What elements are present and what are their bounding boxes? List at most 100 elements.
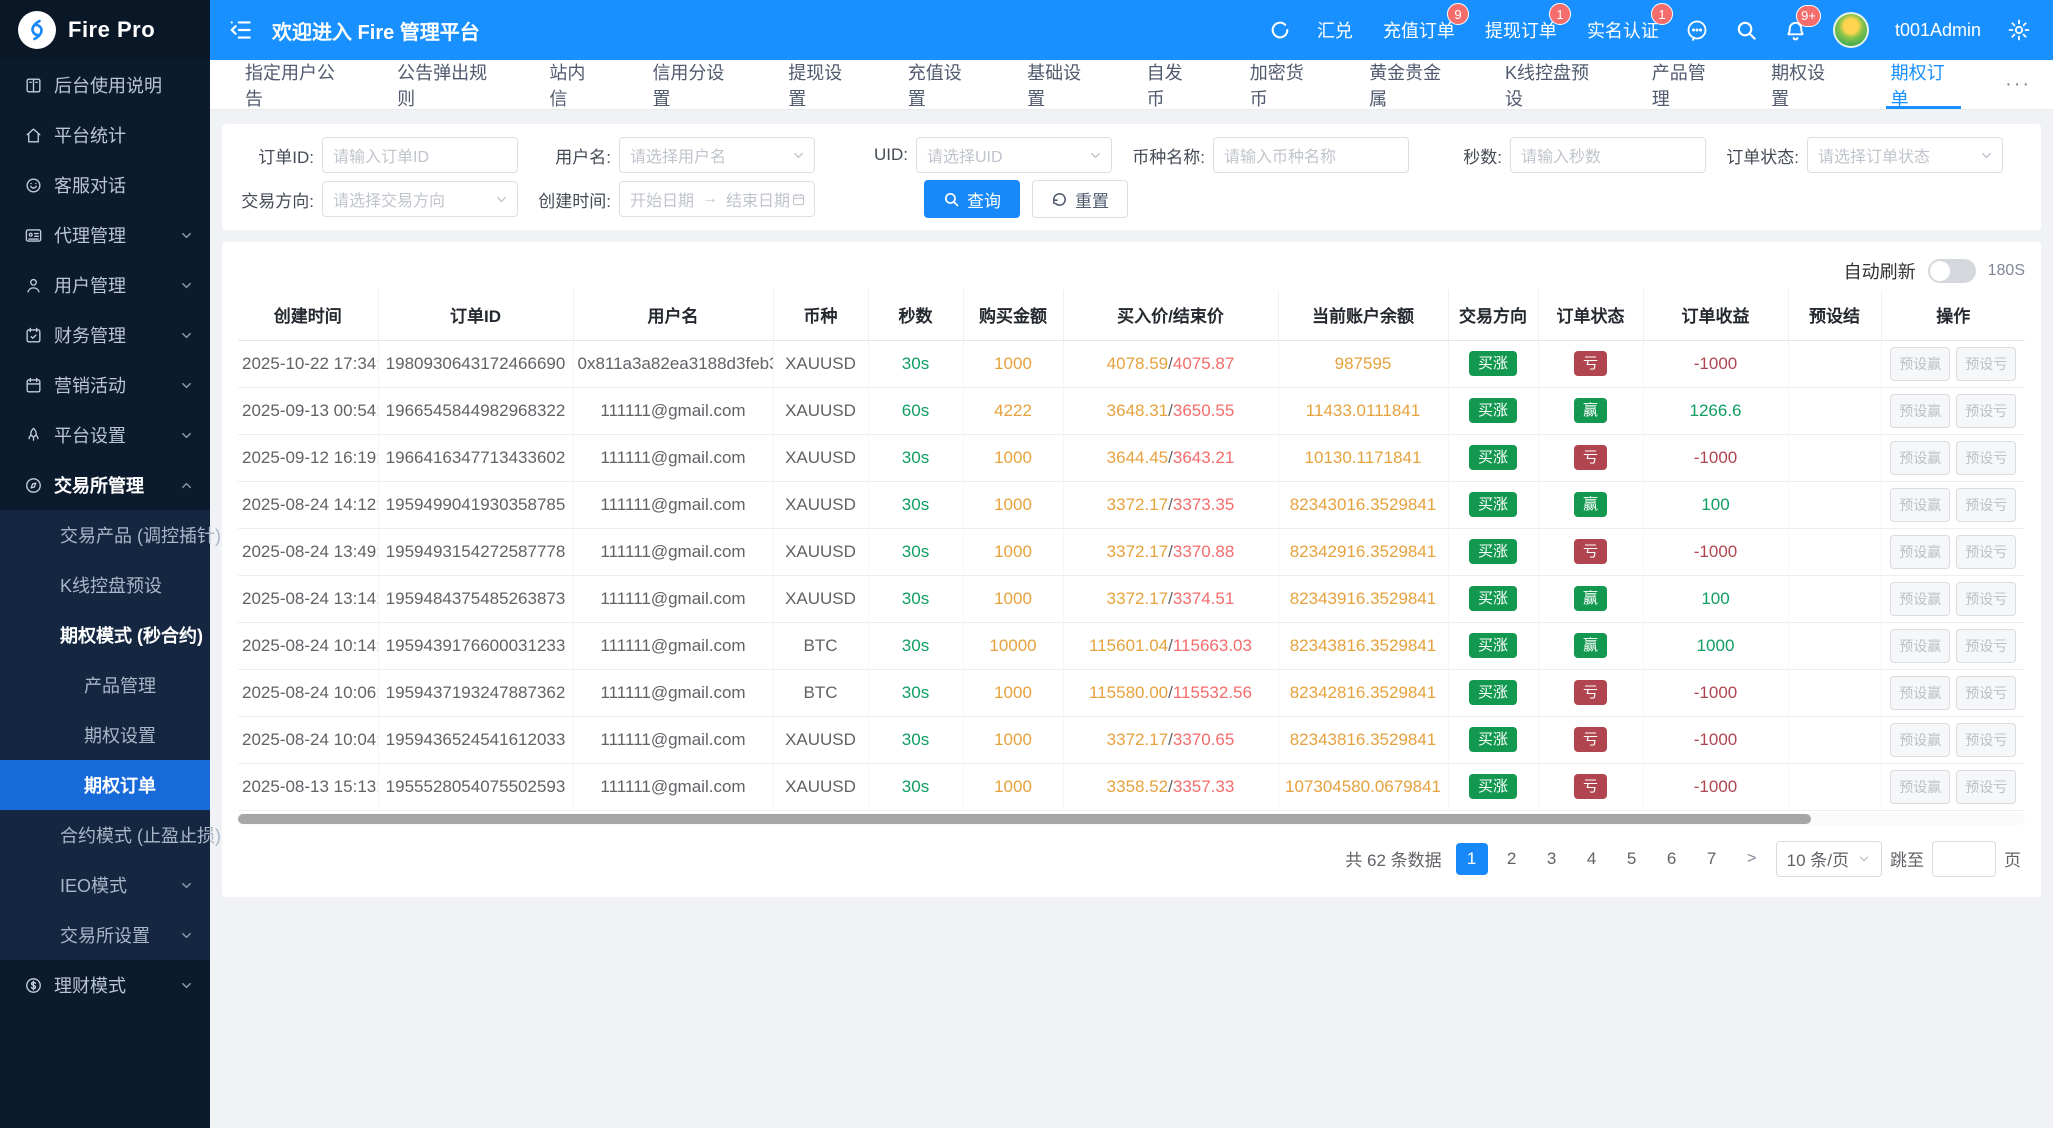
page-2[interactable]: 2 <box>1496 843 1528 875</box>
preset-win-button[interactable]: 预设赢 <box>1890 394 1950 428</box>
preset-lose-button[interactable]: 预设亏 <box>1956 629 2016 663</box>
chat-icon[interactable] <box>1685 18 1709 42</box>
tab-黄金贵金属[interactable]: 黄金贵金属 <box>1342 60 1478 109</box>
preset-lose-button[interactable]: 预设亏 <box>1956 441 2016 475</box>
topbar-nav-提现订单[interactable]: 提现订单1 <box>1485 17 1557 43</box>
table-row: 2025-08-24 13:14:15195948437548526387311… <box>238 575 2025 622</box>
search-button[interactable]: 查询 <box>924 180 1020 218</box>
preset-lose-button[interactable]: 预设亏 <box>1956 394 2016 428</box>
preset-lose-button[interactable]: 预设亏 <box>1956 770 2016 804</box>
sidebar-item-平台设置[interactable]: 平台设置 <box>0 410 210 460</box>
preset-lose-button[interactable]: 预设亏 <box>1956 582 2016 616</box>
input-control[interactable]: 请输入订单ID <box>322 137 518 173</box>
preset-win-button[interactable]: 预设赢 <box>1890 441 1950 475</box>
cell-coin: BTC <box>773 669 868 716</box>
pagination-next-icon[interactable]: > <box>1736 843 1768 875</box>
page-4[interactable]: 4 <box>1576 843 1608 875</box>
page-size-select[interactable]: 10 条/页 <box>1776 841 1882 877</box>
sidebar-item-期权订单[interactable]: 期权订单 <box>0 760 210 810</box>
preset-win-button[interactable]: 预设赢 <box>1890 770 1950 804</box>
sidebar-item-IEO模式[interactable]: IEO模式 <box>0 860 210 910</box>
preset-win-button[interactable]: 预设赢 <box>1890 347 1950 381</box>
placeholder-text: 请输入币种名称 <box>1224 143 1336 167</box>
sidebar-item-财务管理[interactable]: 财务管理 <box>0 310 210 360</box>
preset-win-button[interactable]: 预设赢 <box>1890 535 1950 569</box>
service-icon <box>24 176 43 195</box>
topbar-nav-充值订单[interactable]: 充值订单9 <box>1383 17 1455 43</box>
tab-自发币[interactable]: 自发币 <box>1120 60 1223 109</box>
preset-win-button[interactable]: 预设赢 <box>1890 488 1950 522</box>
select-control[interactable]: 请选择订单状态 <box>1807 137 2003 173</box>
sidebar-item-合约模式 (止盈止损)[interactable]: 合约模式 (止盈止损) <box>0 810 210 860</box>
preset-lose-button[interactable]: 预设亏 <box>1956 488 2016 522</box>
sidebar-item-交易产品 (调控插针)[interactable]: 交易产品 (调控插针) <box>0 510 210 560</box>
sidebar-item-后台使用说明[interactable]: 后台使用说明 <box>0 60 210 110</box>
page-6[interactable]: 6 <box>1656 843 1688 875</box>
jump-page-input[interactable] <box>1932 841 1996 877</box>
page-1[interactable]: 1 <box>1456 843 1488 875</box>
notifications-bell-icon[interactable]: 9+ <box>1784 19 1807 42</box>
cell-amount: 1000 <box>963 528 1063 575</box>
sidebar-item-营销活动[interactable]: 营销活动 <box>0 360 210 410</box>
reset-button[interactable]: 重置 <box>1032 180 1128 218</box>
sidebar-item-代理管理[interactable]: 代理管理 <box>0 210 210 260</box>
sidebar-item-理财模式[interactable]: 理财模式 <box>0 960 210 1010</box>
sidebar-item-期权设置[interactable]: 期权设置 <box>0 710 210 760</box>
tab-指定用户公告[interactable]: 指定用户公告 <box>218 60 370 109</box>
preset-win-button[interactable]: 预设赢 <box>1890 676 1950 710</box>
sidebar-item-平台统计[interactable]: 平台统计 <box>0 110 210 160</box>
sidebar-item-期权模式 (秒合约)[interactable]: 期权模式 (秒合约) <box>0 610 210 660</box>
preset-win-button[interactable]: 预设赢 <box>1890 582 1950 616</box>
direction-badge: 买涨 <box>1469 351 1517 376</box>
preset-lose-button[interactable]: 预设亏 <box>1956 347 2016 381</box>
daterange-control[interactable]: 开始日期→结束日期 <box>619 181 815 217</box>
tab-期权设置[interactable]: 期权设置 <box>1744 60 1863 109</box>
preset-lose-button[interactable]: 预设亏 <box>1956 676 2016 710</box>
preset-lose-button[interactable]: 预设亏 <box>1956 535 2016 569</box>
page-5[interactable]: 5 <box>1616 843 1648 875</box>
preset-lose-button[interactable]: 预设亏 <box>1956 723 2016 757</box>
tab-提现设置[interactable]: 提现设置 <box>761 60 880 109</box>
tab-K线控盘预设[interactable]: K线控盘预设 <box>1478 60 1625 109</box>
cell-price: 3372.17/3374.51 <box>1063 575 1278 622</box>
cell-profit: 100 <box>1643 575 1788 622</box>
sidebar-item-交易所设置[interactable]: 交易所设置 <box>0 910 210 960</box>
input-control[interactable]: 请输入秒数 <box>1510 137 1706 173</box>
select-control[interactable]: 请选择UID <box>916 137 1112 173</box>
username[interactable]: t001Admin <box>1895 20 1981 41</box>
cell-coin: XAUUSD <box>773 716 868 763</box>
page-3[interactable]: 3 <box>1536 843 1568 875</box>
tab-站内信[interactable]: 站内信 <box>522 60 625 109</box>
tab-公告弹出规则[interactable]: 公告弹出规则 <box>370 60 522 109</box>
topbar-nav-实名认证[interactable]: 实名认证1 <box>1587 17 1659 43</box>
preset-win-button[interactable]: 预设赢 <box>1890 723 1950 757</box>
sidebar-item-用户管理[interactable]: 用户管理 <box>0 260 210 310</box>
collapse-sidebar-icon[interactable] <box>228 17 254 43</box>
select-control[interactable]: 请选择交易方向 <box>322 181 518 217</box>
topbar: 欢迎进入 Fire 管理平台 汇兑充值订单9提现订单1实名认证1 9+ t001… <box>210 0 2053 60</box>
sidebar-item-客服对话[interactable]: 客服对话 <box>0 160 210 210</box>
tabs-overflow-icon[interactable]: ··· <box>1983 60 2053 109</box>
cell-direction: 买涨 <box>1448 528 1538 575</box>
tab-期权订单[interactable]: 期权订单 <box>1864 60 1983 109</box>
search-icon[interactable] <box>1735 19 1758 42</box>
auto-refresh-toggle[interactable] <box>1928 259 1976 283</box>
sidebar-item-交易所管理[interactable]: 交易所管理 <box>0 460 210 510</box>
scrollbar-thumb[interactable] <box>238 814 1811 824</box>
select-control[interactable]: 请选择用户名 <box>619 137 815 173</box>
page-7[interactable]: 7 <box>1696 843 1728 875</box>
input-control[interactable]: 请输入币种名称 <box>1213 137 1409 173</box>
chevron-down-icon <box>179 928 194 943</box>
sidebar-item-K线控盘预设[interactable]: K线控盘预设 <box>0 560 210 610</box>
topbar-nav-汇兑[interactable]: 汇兑 <box>1317 17 1353 43</box>
tab-加密货币[interactable]: 加密货币 <box>1223 60 1342 109</box>
settings-gear-icon[interactable] <box>2007 18 2031 42</box>
sidebar-item-产品管理[interactable]: 产品管理 <box>0 660 210 710</box>
user-avatar[interactable] <box>1833 12 1869 48</box>
tab-产品管理[interactable]: 产品管理 <box>1625 60 1744 109</box>
tab-充值设置[interactable]: 充值设置 <box>881 60 1000 109</box>
tab-基础设置[interactable]: 基础设置 <box>1000 60 1119 109</box>
refresh-icon[interactable] <box>1269 19 1291 41</box>
preset-win-button[interactable]: 预设赢 <box>1890 629 1950 663</box>
tab-信用分设置[interactable]: 信用分设置 <box>625 60 761 109</box>
